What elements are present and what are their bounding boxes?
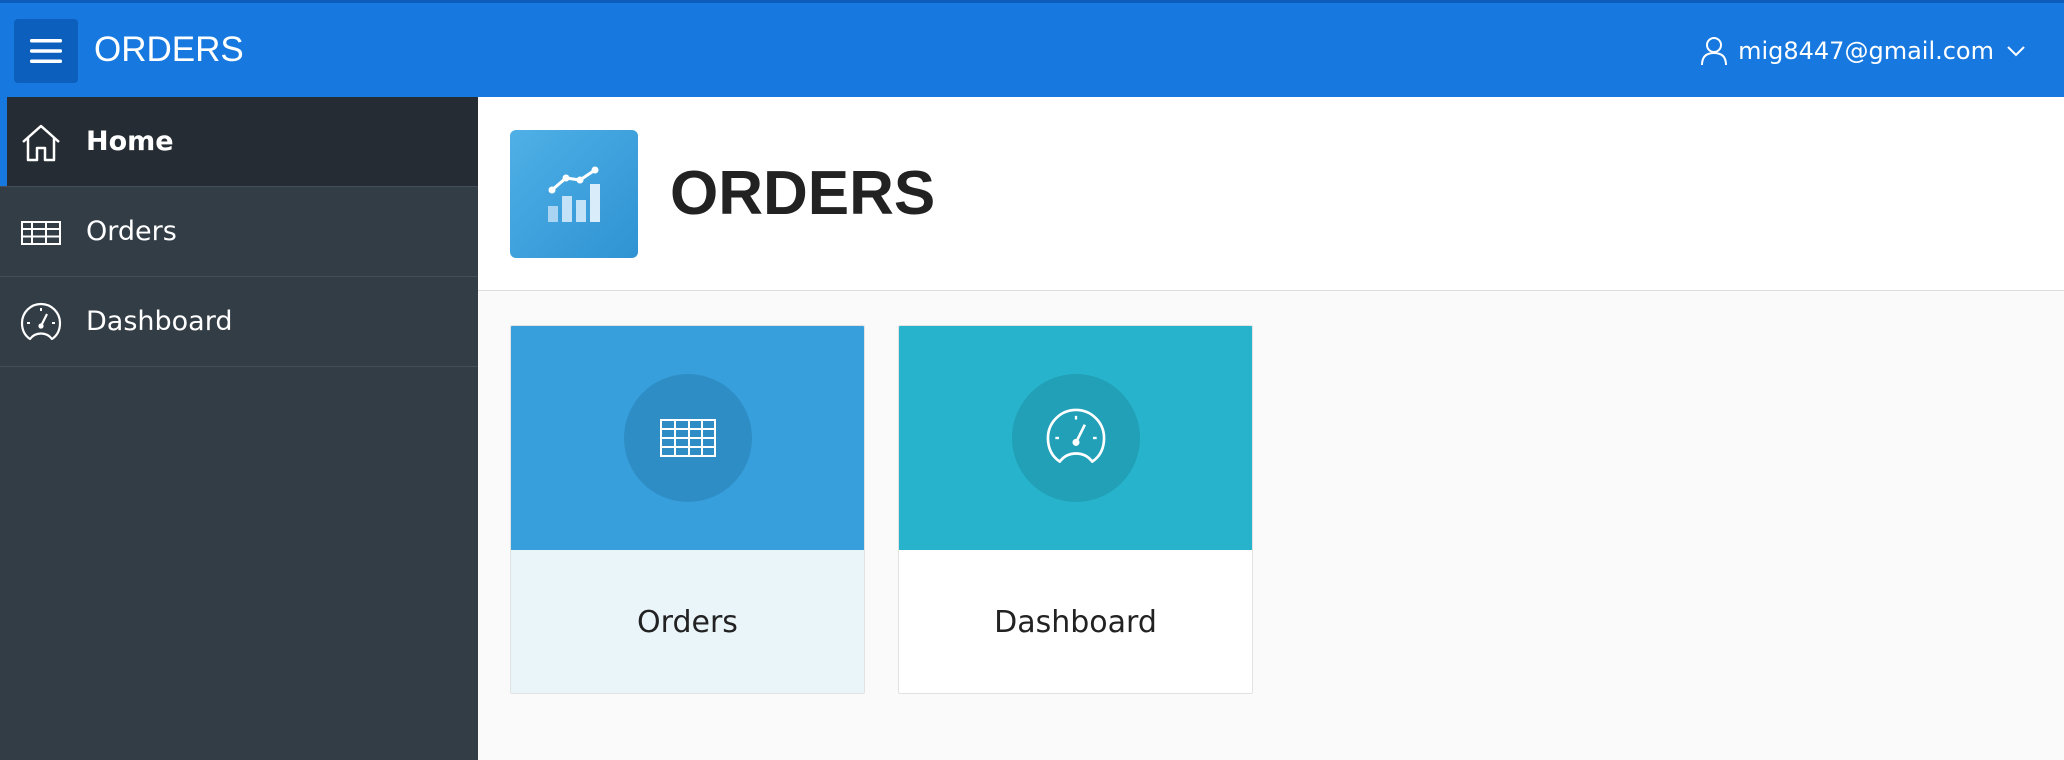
speedometer-icon (20, 302, 62, 341)
card-banner (899, 326, 1252, 550)
card-dashboard[interactable]: Dashboard (898, 325, 1253, 694)
sidebar-item-dashboard[interactable]: Dashboard (0, 277, 478, 367)
user-icon (1701, 37, 1728, 66)
sidebar-item-label: Orders (86, 216, 177, 247)
card-label: Dashboard (994, 605, 1157, 640)
card-label: Orders (511, 550, 864, 693)
hero-icon-tile (510, 130, 638, 258)
hero-region: ORDERS (478, 97, 2064, 291)
card-icon-circle (1011, 374, 1140, 502)
sidebar-item-label: Home (86, 126, 174, 157)
sidebar-item-orders[interactable]: Orders (0, 187, 478, 277)
speedometer-icon (1046, 408, 1105, 463)
sidebar-item-label: Dashboard (86, 306, 233, 337)
chart-icon (548, 166, 600, 222)
user-menu[interactable]: mig8447@gmail.com (1700, 29, 2026, 73)
sidebar-nav: Home Orders Dashboard (0, 97, 478, 760)
card-orders[interactable]: Orders (510, 325, 865, 694)
chevron-down-icon (2007, 46, 2025, 57)
table-icon (659, 419, 716, 457)
app-title[interactable]: ORDERS (94, 27, 244, 73)
card-banner (511, 326, 864, 550)
menu-toggle-button[interactable] (14, 19, 78, 83)
hamburger-menu-icon (30, 39, 62, 63)
card-icon-circle (623, 374, 752, 502)
table-icon (21, 221, 61, 245)
main-content: ORDERS Orders Dashboard (478, 97, 2064, 760)
user-email: mig8447@gmail.com (1738, 37, 1994, 65)
top-bar: ORDERS mig8447@gmail.com (0, 0, 2064, 97)
home-icon (22, 124, 60, 162)
sidebar-item-home[interactable]: Home (0, 97, 478, 187)
page-title: ORDERS (670, 159, 936, 228)
